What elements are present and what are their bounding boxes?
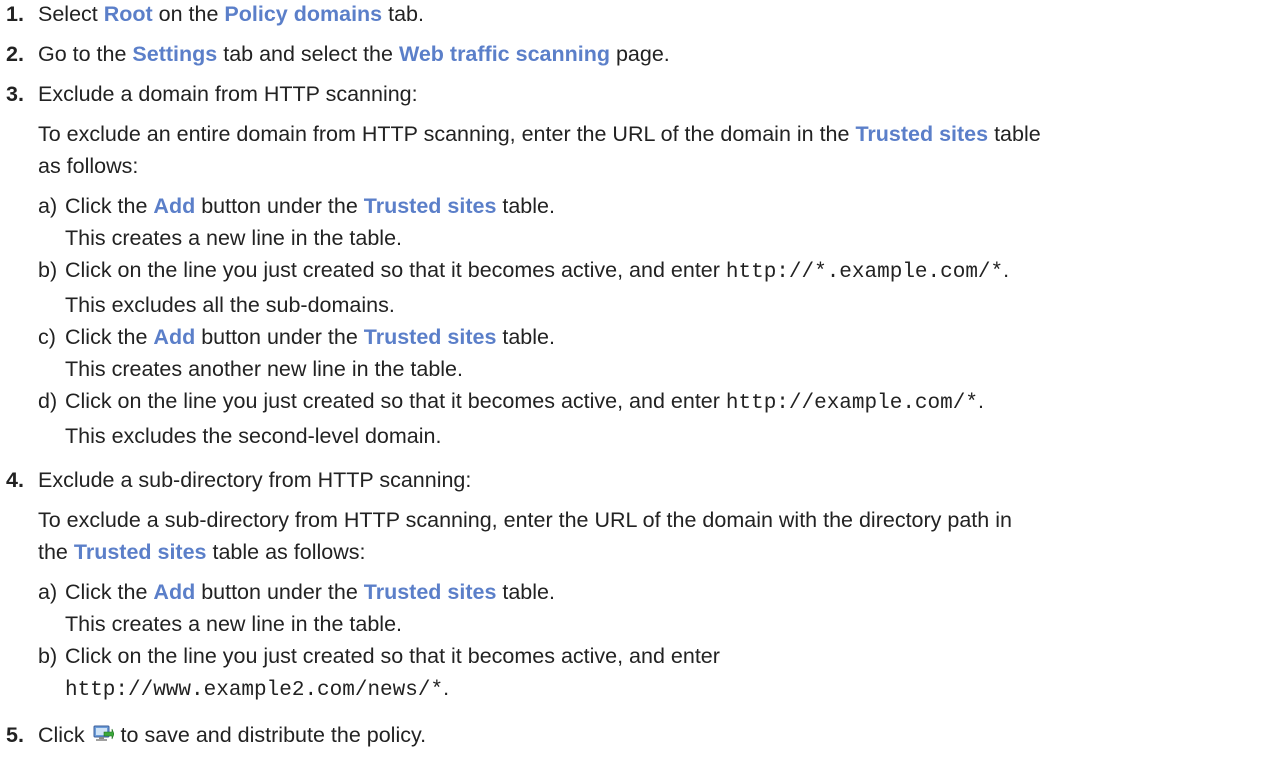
step-paragraph: To exclude a sub-directory from HTTP sca… xyxy=(38,508,1012,564)
ui-term-trusted-sites: Trusted sites xyxy=(363,325,497,349)
step-number: 3. xyxy=(6,82,24,106)
step-number: 5. xyxy=(6,723,24,747)
ui-term-trusted-sites: Trusted sites xyxy=(363,580,497,604)
save-and-distribute-icon[interactable] xyxy=(92,722,114,744)
substep-list: a) Click the Add button under the Truste… xyxy=(38,576,1287,707)
substep-a: a) Click the Add button under the Truste… xyxy=(38,576,1287,640)
substep-letter: c) xyxy=(38,325,56,349)
step-text: Go to the Settings tab and select the We… xyxy=(38,42,670,66)
substep-list: a) Click the Add button under the Truste… xyxy=(38,190,1287,452)
step-3: 3. Exclude a domain from HTTP scanning: … xyxy=(6,78,1287,452)
code-url: http://*.example.com/* xyxy=(725,261,1004,284)
step-number: 4. xyxy=(6,468,24,492)
step-1: 1. Select Root on the Policy domains tab… xyxy=(6,0,1287,30)
substep-letter: a) xyxy=(38,580,58,604)
substep-result: This creates a new line in the table. xyxy=(65,612,403,636)
step-title: Exclude a sub-directory from HTTP scanni… xyxy=(38,468,472,492)
ui-term-add: Add xyxy=(153,194,196,218)
substep-b: b) Click on the line you just created so… xyxy=(38,254,1287,321)
ui-term-trusted-sites: Trusted sites xyxy=(855,122,989,146)
substep-result: This creates another new line in the tab… xyxy=(65,357,463,381)
substep-c: c) Click the Add button under the Truste… xyxy=(38,321,1287,385)
substep-d: d) Click on the line you just created so… xyxy=(38,385,1287,452)
procedure-document: 1. Select Root on the Policy domains tab… xyxy=(0,0,1287,751)
step-title: Exclude a domain from HTTP scanning: xyxy=(38,82,418,106)
step-number: 1. xyxy=(6,2,24,26)
step-number: 2. xyxy=(6,42,24,66)
code-url: http://www.example2.com/news/* xyxy=(65,679,444,702)
ui-term-settings: Settings xyxy=(132,42,218,66)
step-5: 5. Click to save and distribute the poli… xyxy=(6,719,1287,751)
substep-result: This excludes all the sub-domains. xyxy=(65,293,395,317)
ui-term-trusted-sites: Trusted sites xyxy=(363,194,497,218)
substep-b: b) Click on the line you just created so… xyxy=(38,640,1287,707)
substep-result: This creates a new line in the table. xyxy=(65,226,403,250)
substep-letter: b) xyxy=(38,258,58,282)
ui-term-policy-domains: Policy domains xyxy=(224,2,383,26)
step-4: 4. Exclude a sub-directory from HTTP sca… xyxy=(6,464,1287,707)
ui-term-add: Add xyxy=(153,325,196,349)
ui-term-web-traffic-scanning: Web traffic scanning xyxy=(398,42,610,66)
substep-a: a) Click the Add button under the Truste… xyxy=(38,190,1287,254)
substep-letter: a) xyxy=(38,194,58,218)
step-paragraph: To exclude an entire domain from HTTP sc… xyxy=(38,122,1041,178)
substep-letter: d) xyxy=(38,389,58,413)
substep-result: This excludes the second-level domain. xyxy=(65,424,442,448)
step-text: Select Root on the Policy domains tab. xyxy=(38,2,424,26)
code-url: http://example.com/* xyxy=(725,392,978,415)
ui-term-trusted-sites: Trusted sites xyxy=(73,540,207,564)
ui-term-add: Add xyxy=(153,580,196,604)
ui-term-root: Root xyxy=(103,2,153,26)
substep-letter: b) xyxy=(38,644,58,668)
step-2: 2. Go to the Settings tab and select the… xyxy=(6,38,1287,70)
